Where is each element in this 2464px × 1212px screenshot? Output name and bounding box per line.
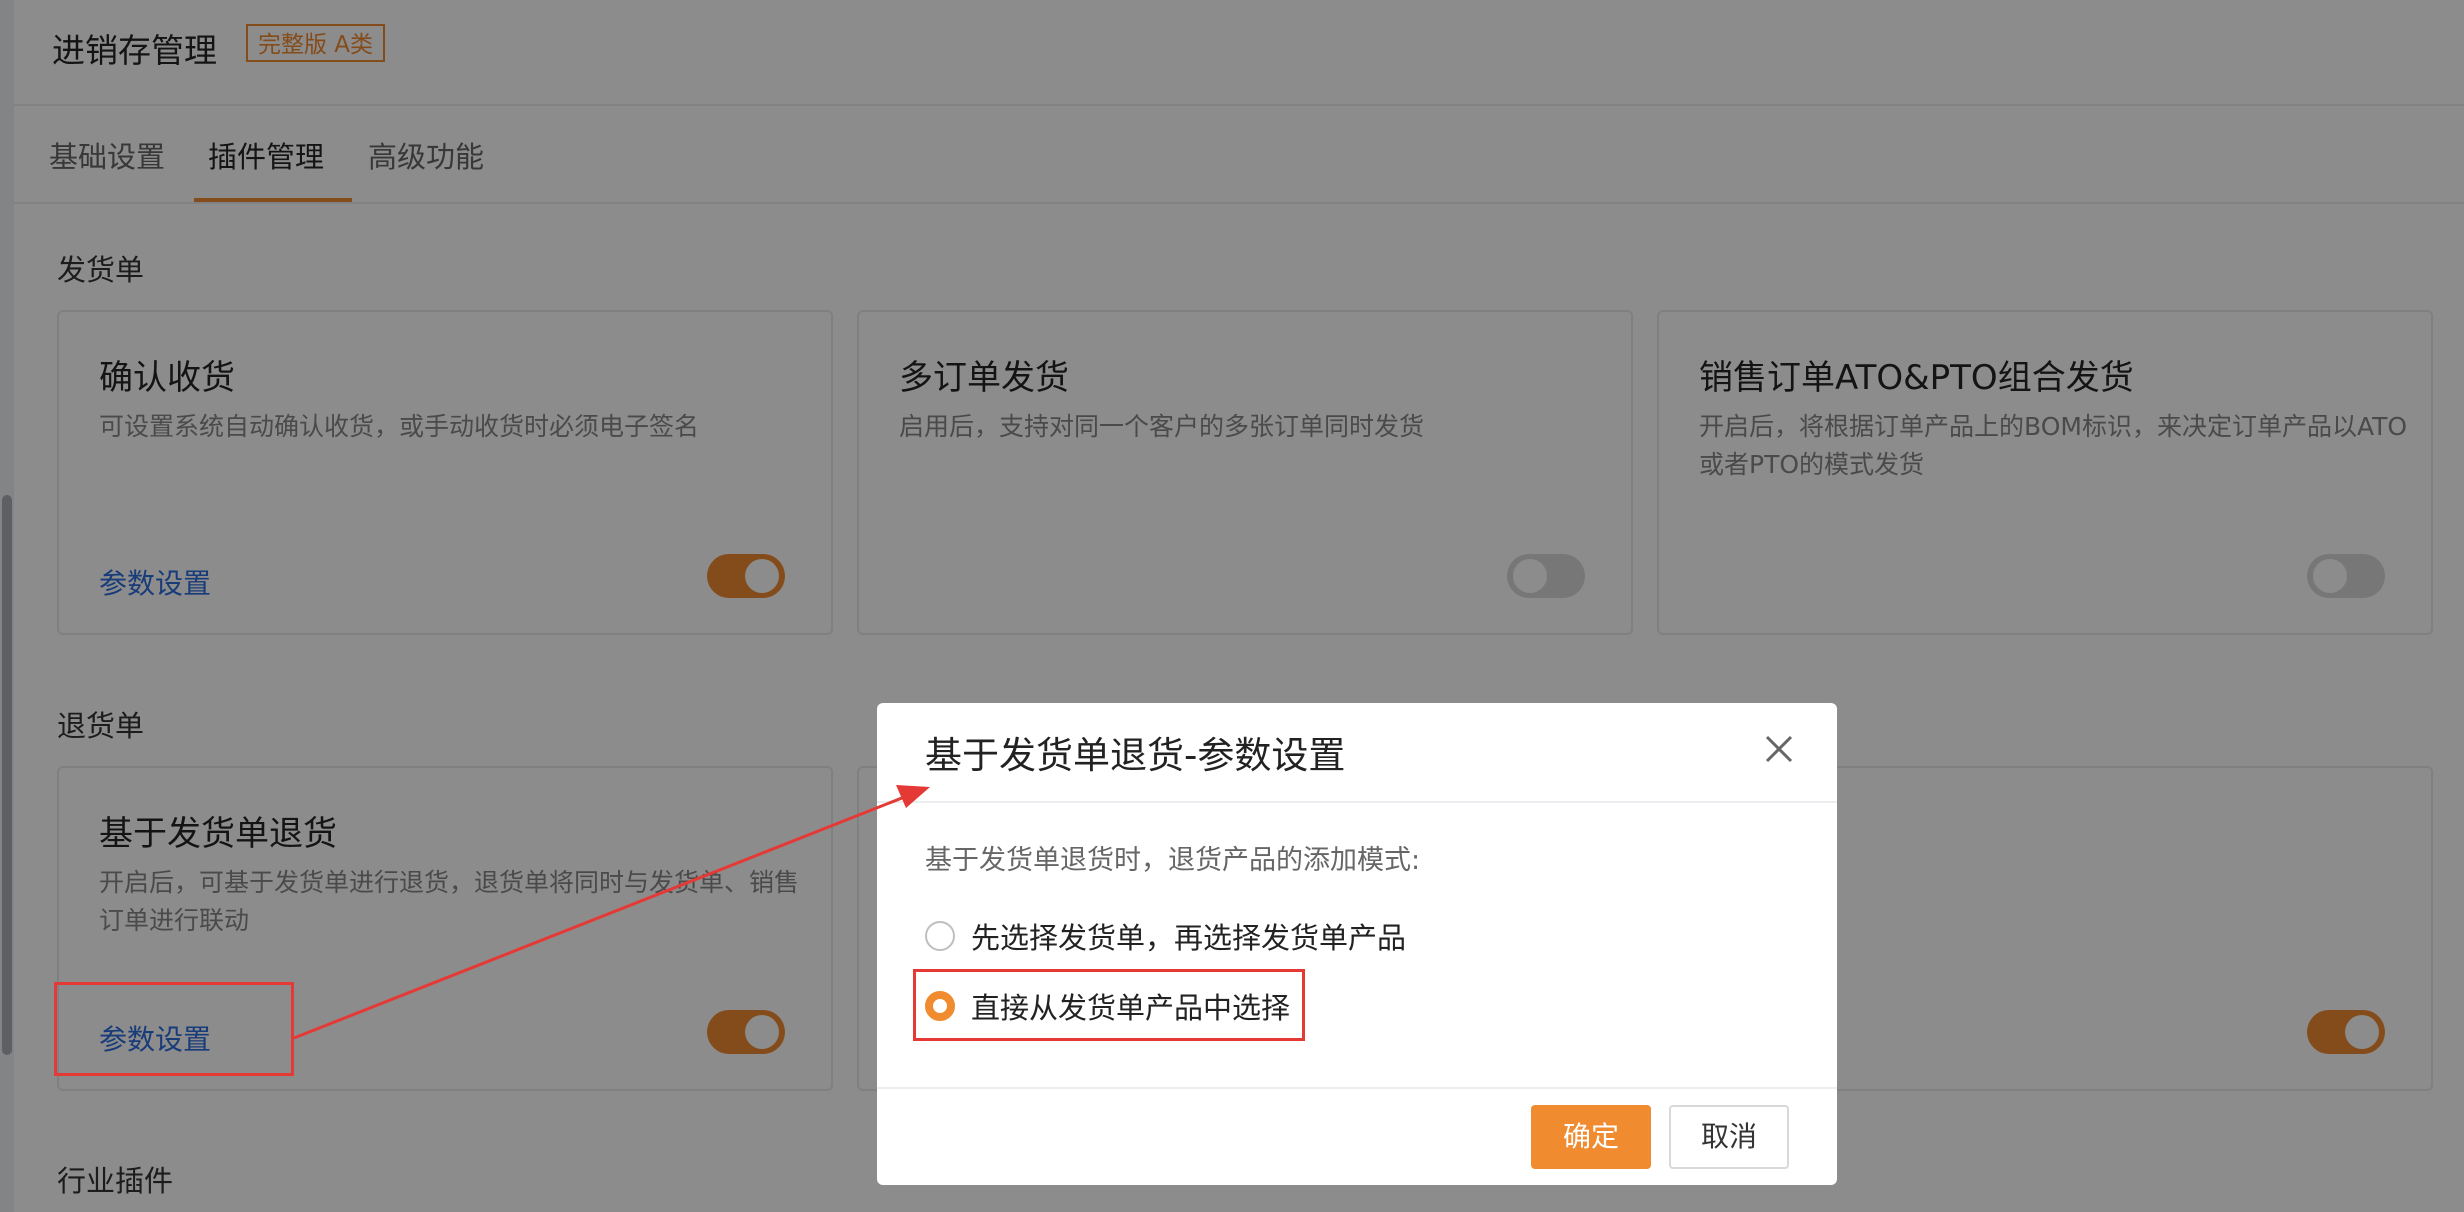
add-mode-description: 基于发货单退货时，退货产品的添加模式: [925, 845, 1421, 876]
confirm-button[interactable]: 确定 [1531, 1105, 1651, 1169]
annotation-highlight-settings-link [54, 982, 294, 1076]
parameter-settings-dialog: 基于发货单退货-参数设置 基于发货单退货时，退货产品的添加模式: 先选择发货单，… [877, 703, 1837, 1185]
dialog-title: 基于发货单退货-参数设置 [925, 734, 1346, 777]
option-select-delivery-first[interactable]: 先选择发货单，再选择发货单产品 [925, 915, 1406, 957]
cancel-button[interactable]: 取消 [1669, 1105, 1789, 1169]
dialog-footer: 确定 取消 [877, 1087, 1837, 1185]
radio-label: 先选择发货单，再选择发货单产品 [971, 921, 1407, 955]
annotation-highlight-selected-option [913, 969, 1305, 1041]
dialog-header: 基于发货单退货-参数设置 [877, 703, 1837, 803]
dialog-body: 基于发货单退货时，退货产品的添加模式: 先选择发货单，再选择发货单产品 直接从发… [877, 803, 1837, 1087]
close-icon[interactable] [1757, 727, 1801, 771]
radio-button[interactable] [925, 921, 955, 951]
